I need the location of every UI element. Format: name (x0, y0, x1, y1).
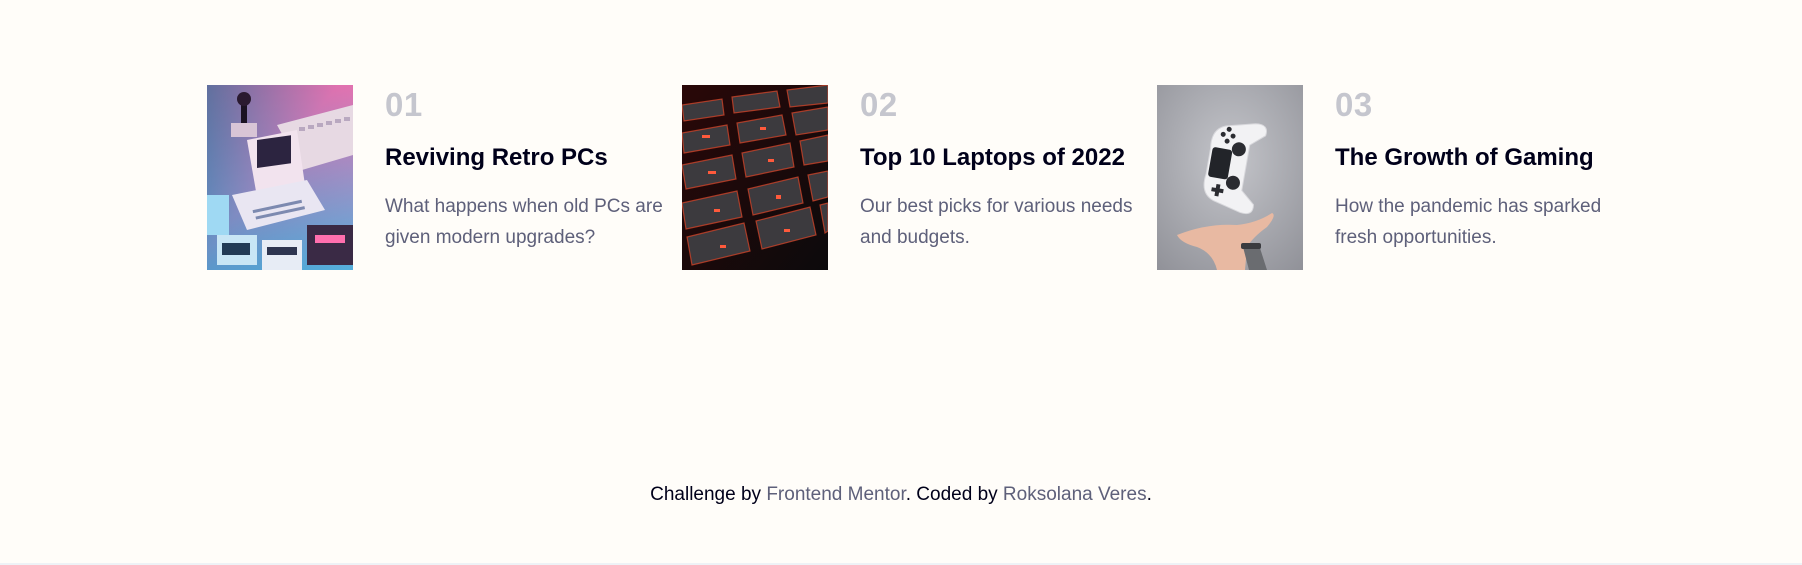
article-title[interactable]: Top 10 Laptops of 2022 (860, 143, 1150, 173)
author-link[interactable]: Roksolana Veres (1003, 484, 1147, 505)
attribution-suffix: . (1146, 484, 1152, 505)
article-text: 01 Reviving Retro PCs What happens when … (385, 85, 675, 270)
article-text: 02 Top 10 Laptops of 2022 Our best picks… (860, 85, 1150, 270)
article-card: 03 The Growth of Gaming How the pandemic… (1157, 85, 1632, 270)
article-number: 03 (1335, 86, 1373, 123)
article-text: 03 The Growth of Gaming How the pandemic… (1335, 85, 1625, 270)
articles-section: 01 Reviving Retro PCs What happens when … (207, 85, 1632, 270)
attribution: Challenge by Frontend Mentor. Coded by R… (0, 484, 1802, 506)
article-card: 01 Reviving Retro PCs What happens when … (207, 85, 682, 270)
attribution-middle: . Coded by (905, 484, 1003, 505)
article-description: What happens when old PCs are given mode… (385, 196, 663, 248)
article-number: 02 (860, 86, 898, 123)
article-title[interactable]: Reviving Retro PCs (385, 143, 675, 173)
article-number: 01 (385, 86, 423, 123)
frontend-mentor-link[interactable]: Frontend Mentor (766, 484, 905, 505)
article-description: Our best picks for various needs and bud… (860, 196, 1133, 248)
gaming-controller-image[interactable] (1157, 85, 1303, 270)
retro-pcs-image[interactable] (207, 85, 353, 270)
article-title[interactable]: The Growth of Gaming (1335, 143, 1625, 173)
laptop-keyboard-image[interactable] (682, 85, 828, 270)
attribution-prefix: Challenge by (650, 484, 767, 505)
article-description: How the pandemic has sparked fresh oppor… (1335, 196, 1602, 248)
article-card: 02 Top 10 Laptops of 2022 Our best picks… (682, 85, 1157, 270)
